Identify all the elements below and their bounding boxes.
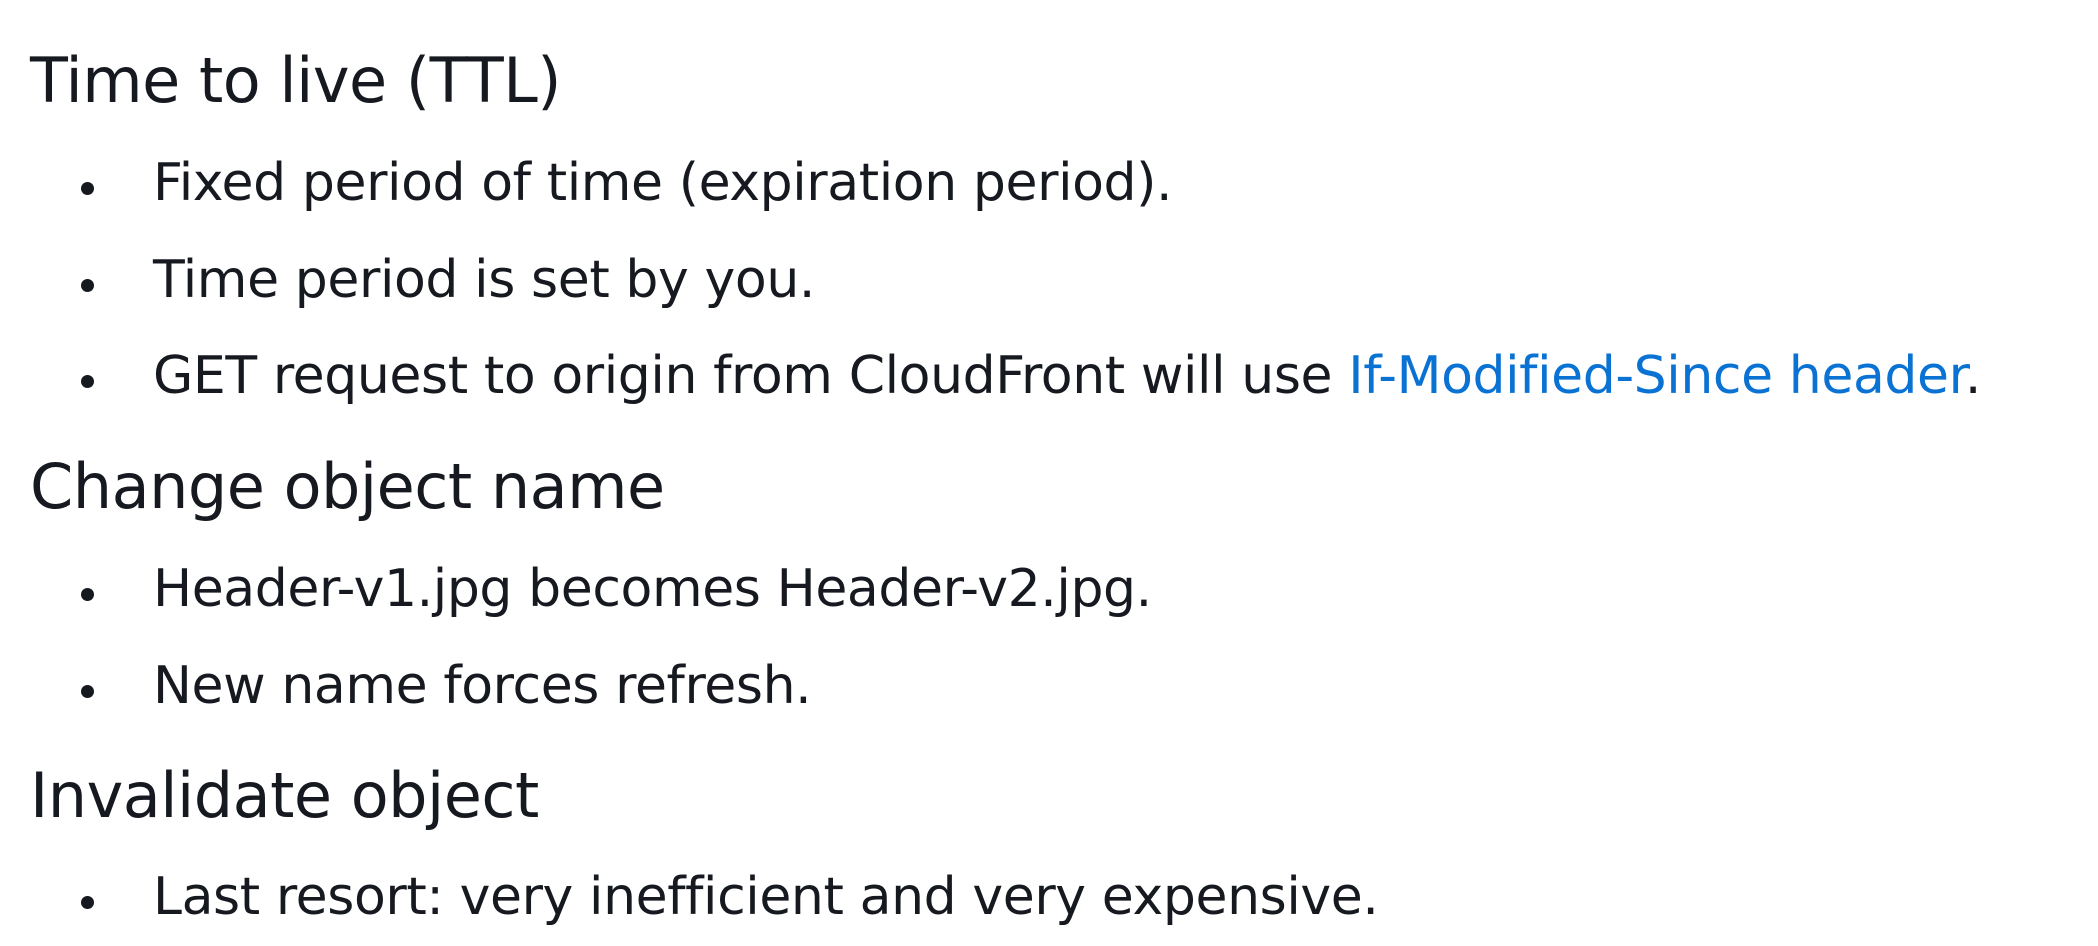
section-heading-ttl: Time to live (TTL)	[30, 44, 561, 117]
list-item-text-before: GET request to origin from CloudFront wi…	[153, 346, 1349, 406]
section-heading-invalidate-object: Invalidate object	[30, 759, 539, 832]
bullet-icon	[81, 685, 94, 698]
list-item-text: Time period is set by you.	[153, 250, 816, 310]
bullet-icon	[81, 896, 94, 909]
bullet-icon	[81, 182, 94, 195]
list-item-text-after: .	[1964, 346, 1982, 406]
list-item-text: New name forces refresh.	[153, 656, 812, 716]
list-item-text: GET request to origin from CloudFront wi…	[153, 350, 1981, 402]
bullet-icon	[81, 375, 94, 388]
list-item-text: Fixed period of time (expiration period)…	[153, 153, 1173, 213]
section-heading-change-object-name: Change object name	[30, 450, 665, 523]
list-item-text: Header-v1.jpg becomes Header-v2.jpg.	[153, 559, 1152, 619]
if-modified-since-header-link[interactable]: If-Modified-Since header	[1348, 346, 1965, 406]
bullet-icon	[81, 279, 94, 292]
list-item-text: Last resort: very inefficient and very e…	[153, 867, 1379, 927]
bullet-icon	[81, 588, 94, 601]
